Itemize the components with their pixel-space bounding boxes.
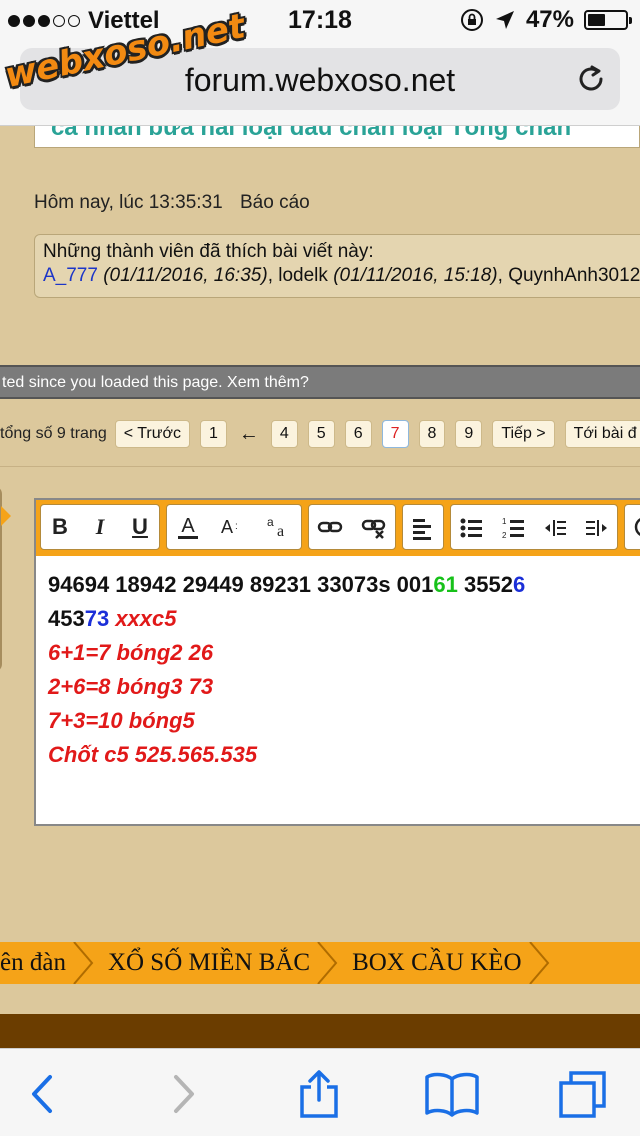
notice-text[interactable]: ted since you loaded this page. Xem thêm… [2,374,309,391]
breadcrumb-item[interactable]: ên đàn [0,942,96,984]
like-user-link[interactable]: QuynhAnh3012 [508,265,640,286]
report-link[interactable]: Báo cáo [240,192,310,213]
forward-icon[interactable] [158,1069,208,1119]
svg-text:2: 2 [502,531,507,540]
breadcrumb-item[interactable]: XỔ SỐ MIỀN BẮC [96,942,340,984]
list-group: 1 2 [450,504,618,550]
pagination: tổng số 9 trang < Trước 1 ← 4 5 6 7 8 9 … [0,418,640,450]
user-avatar-tab [0,486,11,672]
current-page-7[interactable]: 7 [381,420,409,448]
battery-percent: 47% [525,6,574,33]
highlight-red: xxxc5 [109,606,177,631]
content-line: 94694 18942 29449 89231 33073s 00161 355… [48,568,525,602]
unlink-icon[interactable] [361,512,387,542]
text-style-group: B I U [40,504,160,550]
back-icon[interactable] [18,1069,68,1119]
numbers-text: 453 [48,606,85,631]
text-color-icon[interactable]: A [175,512,201,542]
smilie-icon[interactable] [633,512,640,542]
reload-icon[interactable] [574,62,608,96]
align-left-icon[interactable] [411,512,435,542]
status-right: 47% [460,6,632,34]
bold-button[interactable]: B [49,512,71,542]
breadcrumb-chevron-icon [317,942,338,984]
align-group [402,504,444,550]
page-link-1[interactable]: 1 [199,420,227,448]
underline-button[interactable]: U [129,512,151,542]
indent-icon[interactable] [585,512,609,542]
likes-box: Những thành viên đã thích bài viết này: … [34,234,640,298]
prev-page-button[interactable]: < Trước [114,420,190,448]
footer-bar [0,1014,640,1048]
more-group [624,504,640,550]
likes-title: Những thành viên đã thích bài viết này: [43,241,374,262]
breadcrumb-label[interactable]: BOX CẦU KÈO [352,949,521,977]
content-line: Chốt c5 525.565.535 [48,742,258,767]
breadcrumb-chevron-icon [528,942,549,984]
like-user-link[interactable]: A_777 [43,265,98,286]
content-line: 7+3=10 bóng5 [48,708,195,733]
breadcrumb-label[interactable]: XỔ SỐ MIỀN BẮC [108,949,310,977]
page-link-9[interactable]: 9 [455,420,483,448]
highlight-blue: 73 [84,606,110,631]
last-post-button[interactable]: Tới bài đ [564,420,640,448]
font-family-icon[interactable]: a a [265,512,293,542]
location-icon [495,11,514,29]
like-date: (01/11/2016, 16:35) [103,265,268,286]
highlight-blue: 6 [512,572,526,597]
watermark-text: webxoso.net [1,6,249,97]
page-link-6[interactable]: 6 [344,420,372,448]
share-icon[interactable] [294,1069,344,1119]
breadcrumb-item[interactable]: BOX CẦU KÈO [340,942,551,984]
page-link-8[interactable]: 8 [418,420,446,448]
svg-text:a: a [267,515,274,529]
highlight-green: 61 [433,572,458,597]
like-user-link[interactable]: lodelk [278,265,328,286]
content-line: 45373 xxxc5 [48,602,525,636]
post-meta: Hôm nay, lúc 13:35:31 Báo cáo [34,192,322,214]
numbers-text: 94694 18942 29449 89231 33073s 001 [48,572,434,597]
editor-toolbar: B I U A A : a a 1 2 [36,500,640,556]
reply-editor[interactable]: B I U A A : a a 1 2 94694 18942 29449 89… [34,498,640,826]
svg-text:a: a [277,523,284,540]
svg-text::: : [235,521,238,532]
numbers-text: 3552 [457,572,513,597]
link-icon[interactable] [317,512,343,542]
divider [0,466,640,467]
breadcrumb-chevron-icon [73,942,94,984]
browser-toolbar [0,1048,640,1136]
content-line: 6+1=7 bóng2 26 [48,640,214,665]
italic-button[interactable]: I [89,512,111,542]
outdent-icon[interactable] [543,512,567,542]
page-link-4[interactable]: 4 [270,420,298,448]
breadcrumb-label[interactable]: ên đàn [0,949,66,977]
page-count-label: tổng số 9 trang [0,425,107,442]
bookmarks-icon[interactable] [424,1069,480,1119]
battery-icon [584,10,632,30]
page-gap-arrow[interactable]: ← [237,423,261,446]
font-group: A A : a a [166,504,302,550]
previous-post-content: cá nhân bừa hai loại đầu chẵn loại Tổng … [34,126,640,148]
page-link-5[interactable]: 5 [307,420,335,448]
breadcrumb: ên đàn XỔ SỐ MIỀN BẮC BOX CẦU KÈO [0,942,640,984]
svg-text:1: 1 [502,517,507,526]
post-timestamp[interactable]: Hôm nay, lúc 13:35:31 [34,192,223,213]
tabs-icon[interactable] [558,1069,608,1119]
content-line: 2+6=8 bóng3 73 [48,674,214,699]
new-posts-notice[interactable]: ted since you loaded this page. Xem thêm… [0,365,640,399]
numbered-list-icon[interactable]: 1 2 [501,512,525,542]
previous-post-snippet: cá nhân bừa hai loại đầu chẵn loại Tổng … [51,126,572,141]
bullet-list-icon[interactable] [459,512,483,542]
next-page-button[interactable]: Tiếp > [492,420,555,448]
link-group [308,504,396,550]
font-size-icon[interactable]: A : [219,512,247,542]
svg-text:A: A [221,517,233,537]
orientation-lock-icon [460,9,483,31]
like-date: (01/11/2016, 15:18) [333,265,498,286]
editor-content[interactable]: 94694 18942 29449 89231 33073s 00161 355… [48,568,525,772]
svg-text:A: A [181,515,195,537]
